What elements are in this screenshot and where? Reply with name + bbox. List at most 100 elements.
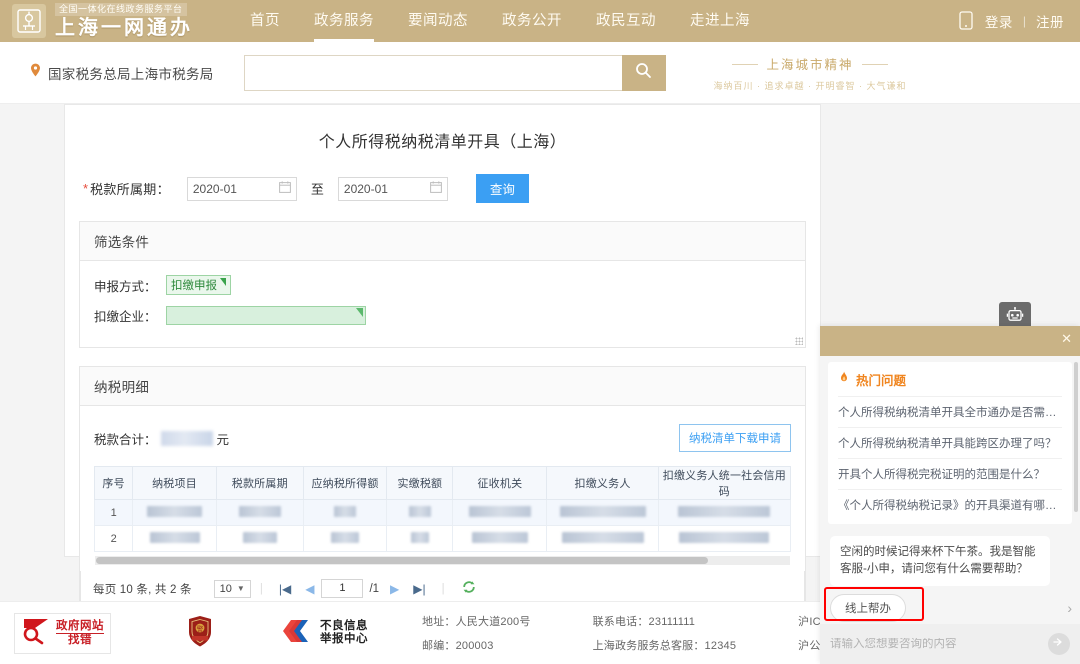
brand-subtitle: 全国一体化在线政务服务平台 xyxy=(55,3,187,16)
nav-item-gov-services[interactable]: 政务服务 xyxy=(314,0,374,42)
police-badge[interactable]: 警 xyxy=(187,615,213,652)
chevron-right-icon[interactable]: › xyxy=(1067,600,1072,616)
hot-question-item[interactable]: 《个人所得税纳税记录》的开具渠道有哪些？ xyxy=(838,489,1062,520)
total-block: 税款合计： 元 xyxy=(94,429,229,448)
date-to-field[interactable]: 2020-01 xyxy=(337,176,448,201)
search-icon xyxy=(635,62,652,84)
nav-item-news[interactable]: 要闻动态 xyxy=(408,0,468,42)
main-navigation: 首页 政务服务 要闻动态 政务公开 政民互动 走进上海 xyxy=(233,0,767,42)
footer-postcode: 邮编：200003 xyxy=(422,640,494,652)
chat-scrollbar[interactable] xyxy=(1074,362,1078,512)
next-page-icon[interactable]: ▶ xyxy=(383,582,406,596)
close-icon[interactable]: ✕ xyxy=(1061,332,1072,346)
gov-badge-line2: 找错 xyxy=(56,632,104,647)
footer-address: 地址：人民大道200号 xyxy=(422,616,531,628)
first-page-icon[interactable]: |◀ xyxy=(272,582,298,596)
query-button[interactable]: 查询 xyxy=(475,174,529,203)
enterprise-select[interactable] xyxy=(166,306,366,325)
report-arrows-icon xyxy=(283,617,313,650)
top-header-bar: 全国一体化在线政务服务平台 上海一网通办 首页 政务服务 要闻动态 政务公开 政… xyxy=(0,0,1080,42)
chat-panel: ✕ 热门问题 个人所得税纳税清单开具全市通办是否需要... 个人所得税纳税清单开… xyxy=(820,326,1080,664)
filter-section-body: 申报方式： 扣缴申报 扣缴企业： xyxy=(80,261,805,347)
download-application-button[interactable]: 纳税清单下载申请 xyxy=(679,424,791,452)
report-line2: 举报中心 xyxy=(320,633,368,645)
filter-section: 筛选条件 申报方式： 扣缴申报 扣缴企业： xyxy=(79,221,806,348)
chevron-down-icon xyxy=(220,278,226,286)
agency-block: 国家税务总局上海市税务局 xyxy=(30,63,214,83)
city-spirit-block: 上海城市精神 海纳百川 · 追求卓越 · 开明睿智 · 大气谦和 xyxy=(710,54,910,92)
pager-divider: | xyxy=(441,582,445,595)
cell-tax-period xyxy=(215,525,304,552)
send-icon xyxy=(1053,635,1065,653)
enterprise-row: 扣缴企业： xyxy=(94,306,791,325)
table-row[interactable]: 1 xyxy=(93,499,792,526)
chat-input[interactable] xyxy=(830,638,1048,650)
hot-question-item[interactable]: 个人所得税纳税清单开具全市通办是否需要... xyxy=(838,396,1062,427)
cell-tax-item xyxy=(132,499,217,526)
calendar-icon[interactable] xyxy=(429,180,442,198)
login-link[interactable]: 登录 xyxy=(985,11,1013,31)
col-paid-tax: 实缴税额 xyxy=(386,466,454,500)
pager-divider: | xyxy=(259,582,263,595)
agency-name: 国家税务总局上海市税务局 xyxy=(48,66,214,82)
online-assist-button[interactable]: 线上帮办 xyxy=(830,594,906,622)
scrollbar-thumb[interactable] xyxy=(96,557,708,564)
search-input[interactable] xyxy=(243,54,622,91)
gov-website-error-badge[interactable]: 政府网站 找错 xyxy=(14,612,111,654)
declare-method-select[interactable]: 扣缴申报 xyxy=(166,275,231,295)
report-line1: 不良信息 xyxy=(320,620,368,632)
date-from-field[interactable]: 2020-01 xyxy=(186,176,297,201)
col-index: 序号 xyxy=(93,466,134,500)
nav-item-about-shanghai[interactable]: 走进上海 xyxy=(690,0,750,42)
filter-section-title: 筛选条件 xyxy=(80,222,805,261)
pagination-info: 每页 10 条, 共 2 条 xyxy=(93,583,192,596)
hot-question-item[interactable]: 开具个人所得税完税证明的范围是什么？ xyxy=(838,458,1062,489)
total-row: 税款合计： 元 纳税清单下载申请 xyxy=(94,420,791,466)
detail-section-body: 税款合计： 元 纳税清单下载申请 序号 纳税项目 税款所属期 应纳税所得额 实缴… xyxy=(80,406,805,571)
page-size-select[interactable]: 10 ▼ xyxy=(213,579,251,598)
hot-question-item[interactable]: 个人所得税纳税清单开具能跨区办理了吗？ xyxy=(838,427,1062,458)
bot-message: 空闲的时候记得来杯下午茶。我是智能客服-小申，请问您有什么需要帮助？ xyxy=(830,536,1050,586)
nav-item-interaction[interactable]: 政民互动 xyxy=(596,0,656,42)
cell-withholding-agent xyxy=(546,499,659,526)
chat-panel-body: 热门问题 个人所得税纳税清单开具全市通办是否需要... 个人所得税纳税清单开具能… xyxy=(820,356,1080,664)
resize-grip[interactable] xyxy=(795,337,803,345)
cell-paid-tax xyxy=(386,499,454,526)
cell-paid-tax xyxy=(386,525,454,552)
brand-title: 上海一网通办 xyxy=(55,17,193,39)
table-header-row: 序号 纳税项目 税款所属期 应纳税所得额 实缴税额 征收机关 扣缴义务人 扣缴义… xyxy=(93,466,792,500)
hot-questions-title-row: 热门问题 xyxy=(838,370,1062,389)
col-withholding-agent: 扣缴义务人 xyxy=(546,466,659,500)
calendar-icon[interactable] xyxy=(278,180,291,198)
register-link[interactable]: 注册 xyxy=(1036,11,1064,31)
table-horizontal-scrollbar[interactable] xyxy=(95,556,790,565)
required-mark: * xyxy=(83,181,89,196)
detail-section: 纳税明细 税款合计： 元 纳税清单下载申请 序号 纳税项目 税款所属期 应纳税所… xyxy=(79,366,806,608)
chevron-down-icon: ▼ xyxy=(236,584,245,593)
declare-method-row: 申报方式： 扣缴申报 xyxy=(94,275,791,295)
gov-badge-line1: 政府网站 xyxy=(56,619,104,632)
mobile-phone-icon[interactable] xyxy=(959,11,975,31)
header-separator: | xyxy=(1022,14,1026,28)
table-row[interactable]: 2 xyxy=(93,525,792,552)
col-taxable-income: 应纳税所得额 xyxy=(302,466,388,500)
refresh-icon[interactable] xyxy=(462,580,476,597)
current-page-input[interactable]: 1 xyxy=(321,579,364,598)
date-to-value: 2020-01 xyxy=(343,181,388,196)
col-collection-authority: 征收机关 xyxy=(452,466,548,500)
footer-phone: 联系电话：23111111 xyxy=(592,616,696,628)
prev-page-icon[interactable]: ◀ xyxy=(298,582,321,596)
footer-address-column: 地址：人民大道200号 邮编：200003 xyxy=(422,613,531,653)
police-shield-icon: 警 xyxy=(187,615,213,651)
search-button[interactable] xyxy=(621,54,666,91)
magnifier-flag-icon xyxy=(21,617,51,650)
send-button[interactable] xyxy=(1048,633,1070,655)
total-pages-label: /1 xyxy=(369,582,380,595)
last-page-icon[interactable]: ▶| xyxy=(406,582,432,596)
cell-credit-code xyxy=(657,499,792,526)
nav-item-gov-open[interactable]: 政务公开 xyxy=(502,0,562,42)
declare-method-label: 申报方式： xyxy=(94,279,157,294)
bad-info-report-badge[interactable]: 不良信息 举报中心 xyxy=(283,617,368,650)
nav-item-home[interactable]: 首页 xyxy=(250,0,280,42)
site-brand[interactable]: 全国一体化在线政务服务平台 上海一网通办 xyxy=(0,3,193,39)
